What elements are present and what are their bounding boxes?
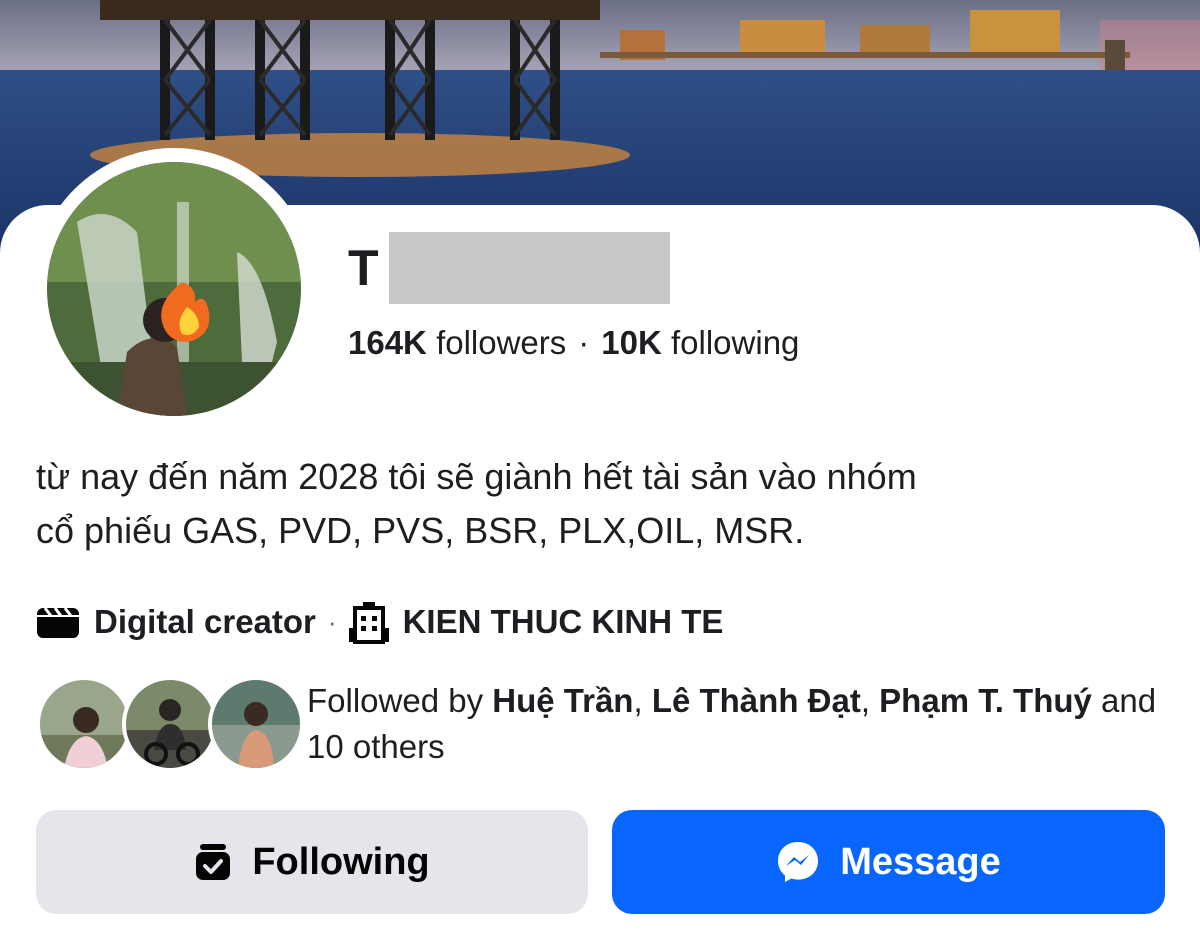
meta-separator: ·	[327, 606, 337, 637]
followers-count[interactable]: 164K	[348, 324, 427, 361]
category-label: Digital creator	[94, 603, 316, 640]
building-icon	[348, 600, 389, 644]
following-count[interactable]: 10K	[601, 324, 662, 361]
message-button[interactable]: Message	[612, 810, 1165, 914]
messenger-icon	[776, 840, 820, 884]
bio-line: cổ phiếu GAS, PVD, PVS, BSR, PLX,OIL, MS…	[36, 510, 805, 551]
mutual-followers-text[interactable]: Followed by Huệ Trần, Lê Thành Đạt, Phạm…	[307, 678, 1167, 770]
comma: ,	[633, 682, 643, 719]
followed-by-prefix: Followed by	[307, 682, 484, 719]
mutual-name[interactable]: Lê Thành Đạt	[652, 682, 861, 719]
profile-name: T	[348, 232, 379, 304]
name-redaction	[389, 232, 670, 304]
avatar[interactable]	[47, 162, 301, 416]
profile-name-text: T	[348, 240, 379, 296]
mutual-avatar[interactable]	[122, 676, 218, 772]
following-button[interactable]: Following	[36, 810, 588, 914]
inbox-check-icon	[194, 842, 232, 882]
profile-meta: Digital creator · KIEN THUC KINH TE	[36, 596, 723, 648]
bio-line: từ nay đến năm 2028 tôi sẽ giành hết tài…	[36, 456, 917, 497]
profile-stats: 164K followers · 10K following	[348, 324, 799, 362]
profile-bio: từ nay đến năm 2028 tôi sẽ giành hết tài…	[36, 450, 1156, 558]
mutual-name[interactable]: Huệ Trần	[492, 682, 633, 719]
mutual-avatar[interactable]	[36, 676, 132, 772]
stats-separator: ·	[578, 324, 590, 361]
message-button-label: Message	[840, 840, 1001, 883]
clapperboard-icon	[36, 604, 80, 640]
mutual-name[interactable]: Phạm T. Thuý	[879, 682, 1092, 719]
mutual-avatar[interactable]	[208, 676, 304, 772]
following-label[interactable]: following	[671, 324, 799, 361]
followers-label[interactable]: followers	[436, 324, 566, 361]
page-link[interactable]: KIEN THUC KINH TE	[403, 603, 724, 641]
following-button-label: Following	[252, 840, 430, 883]
comma: ,	[860, 682, 870, 719]
